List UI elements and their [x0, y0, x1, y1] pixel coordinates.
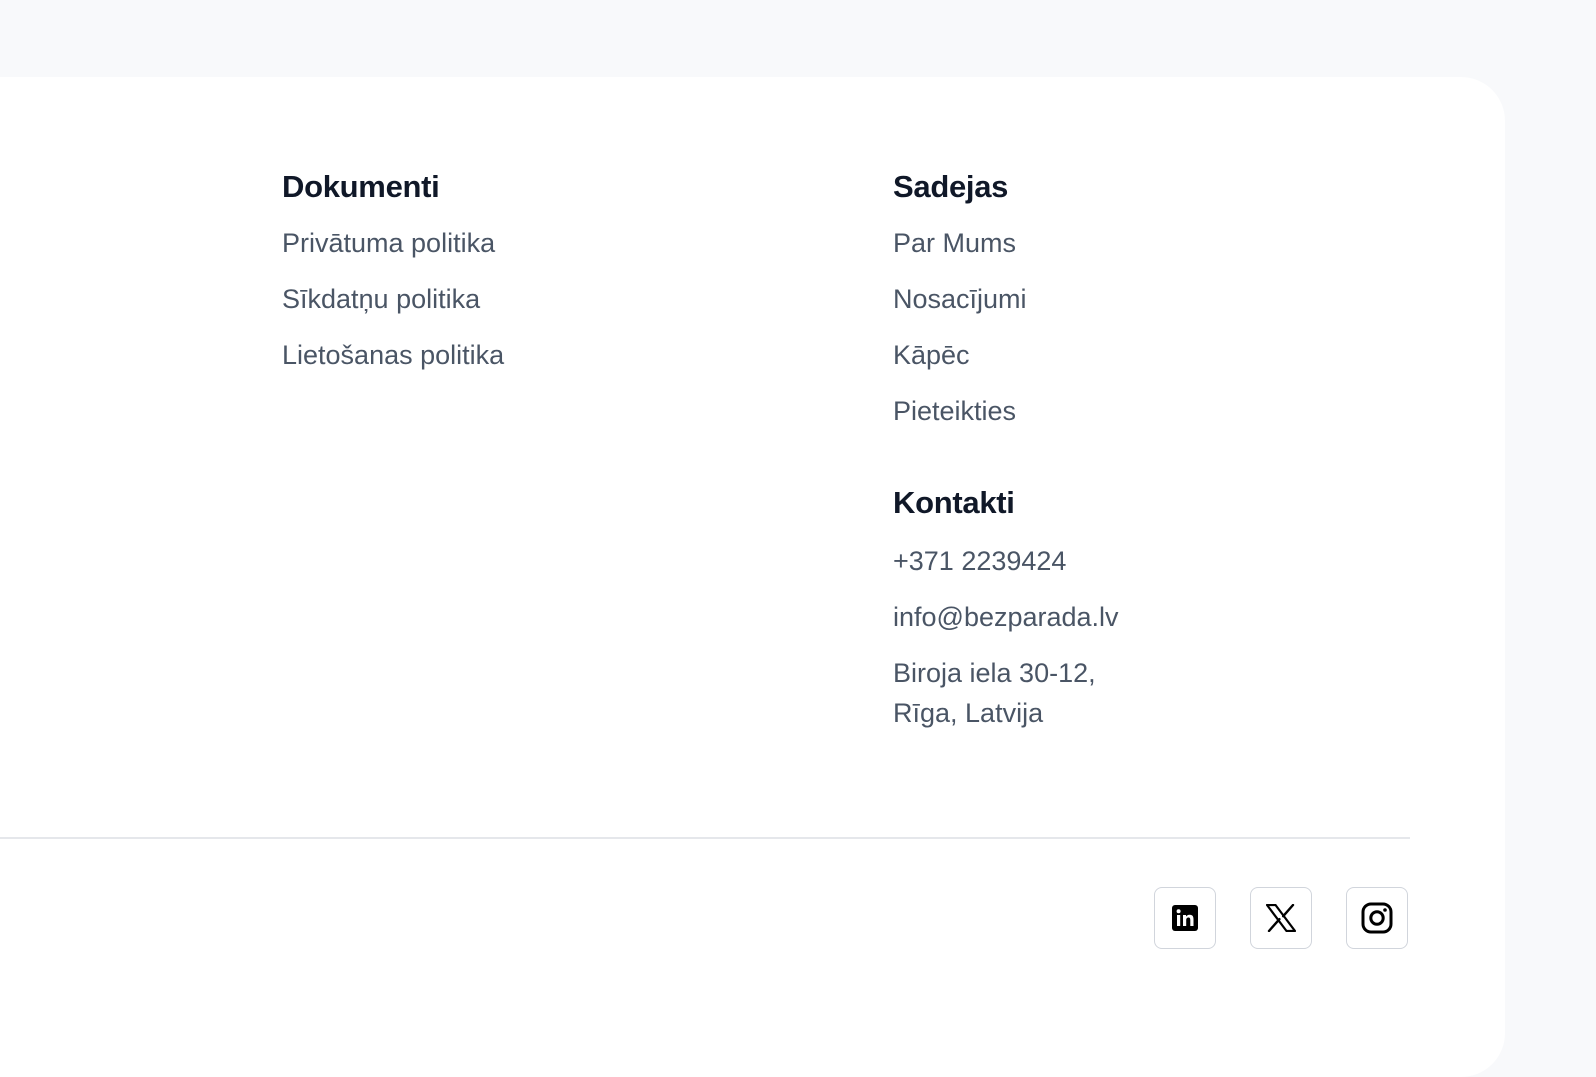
contacts-column: Kontakti +371 2239424 info@bezparada.lv … [893, 483, 1119, 749]
apply-link[interactable]: Pieteikties [893, 393, 1027, 429]
documents-heading: Dokumenti [282, 169, 440, 204]
privacy-policy-link[interactable]: Privātuma politika [282, 225, 504, 261]
address: Biroja iela 30-12, Rīga, Latvija [893, 653, 1119, 733]
footer-divider [0, 837, 1410, 839]
contacts-heading: Kontakti [893, 485, 1015, 520]
conditions-link[interactable]: Nosacījumi [893, 281, 1027, 317]
phone-link[interactable]: +371 2239424 [893, 541, 1119, 581]
email-link[interactable]: info@bezparada.lv [893, 597, 1119, 637]
about-us-link[interactable]: Par Mums [893, 225, 1027, 261]
documents-column: Dokumenti Privātuma politika Sīkdatņu po… [282, 167, 504, 393]
instagram-button[interactable] [1346, 887, 1408, 949]
x-icon [1266, 904, 1296, 932]
linkedin-icon [1172, 905, 1198, 931]
why-link[interactable]: Kāpēc [893, 337, 1027, 373]
address-line-2: Rīga, Latvija [893, 698, 1044, 728]
address-line-1: Biroja iela 30-12, [893, 658, 1096, 688]
sadejas-heading: Sadejas [893, 169, 1009, 204]
instagram-icon [1361, 902, 1393, 934]
sadejas-column: Sadejas Par Mums Nosacījumi Kāpēc Pietei… [893, 167, 1027, 449]
x-button[interactable] [1250, 887, 1312, 949]
terms-of-use-link[interactable]: Lietošanas politika [282, 337, 504, 373]
cookie-policy-link[interactable]: Sīkdatņu politika [282, 281, 504, 317]
linkedin-button[interactable] [1154, 887, 1216, 949]
